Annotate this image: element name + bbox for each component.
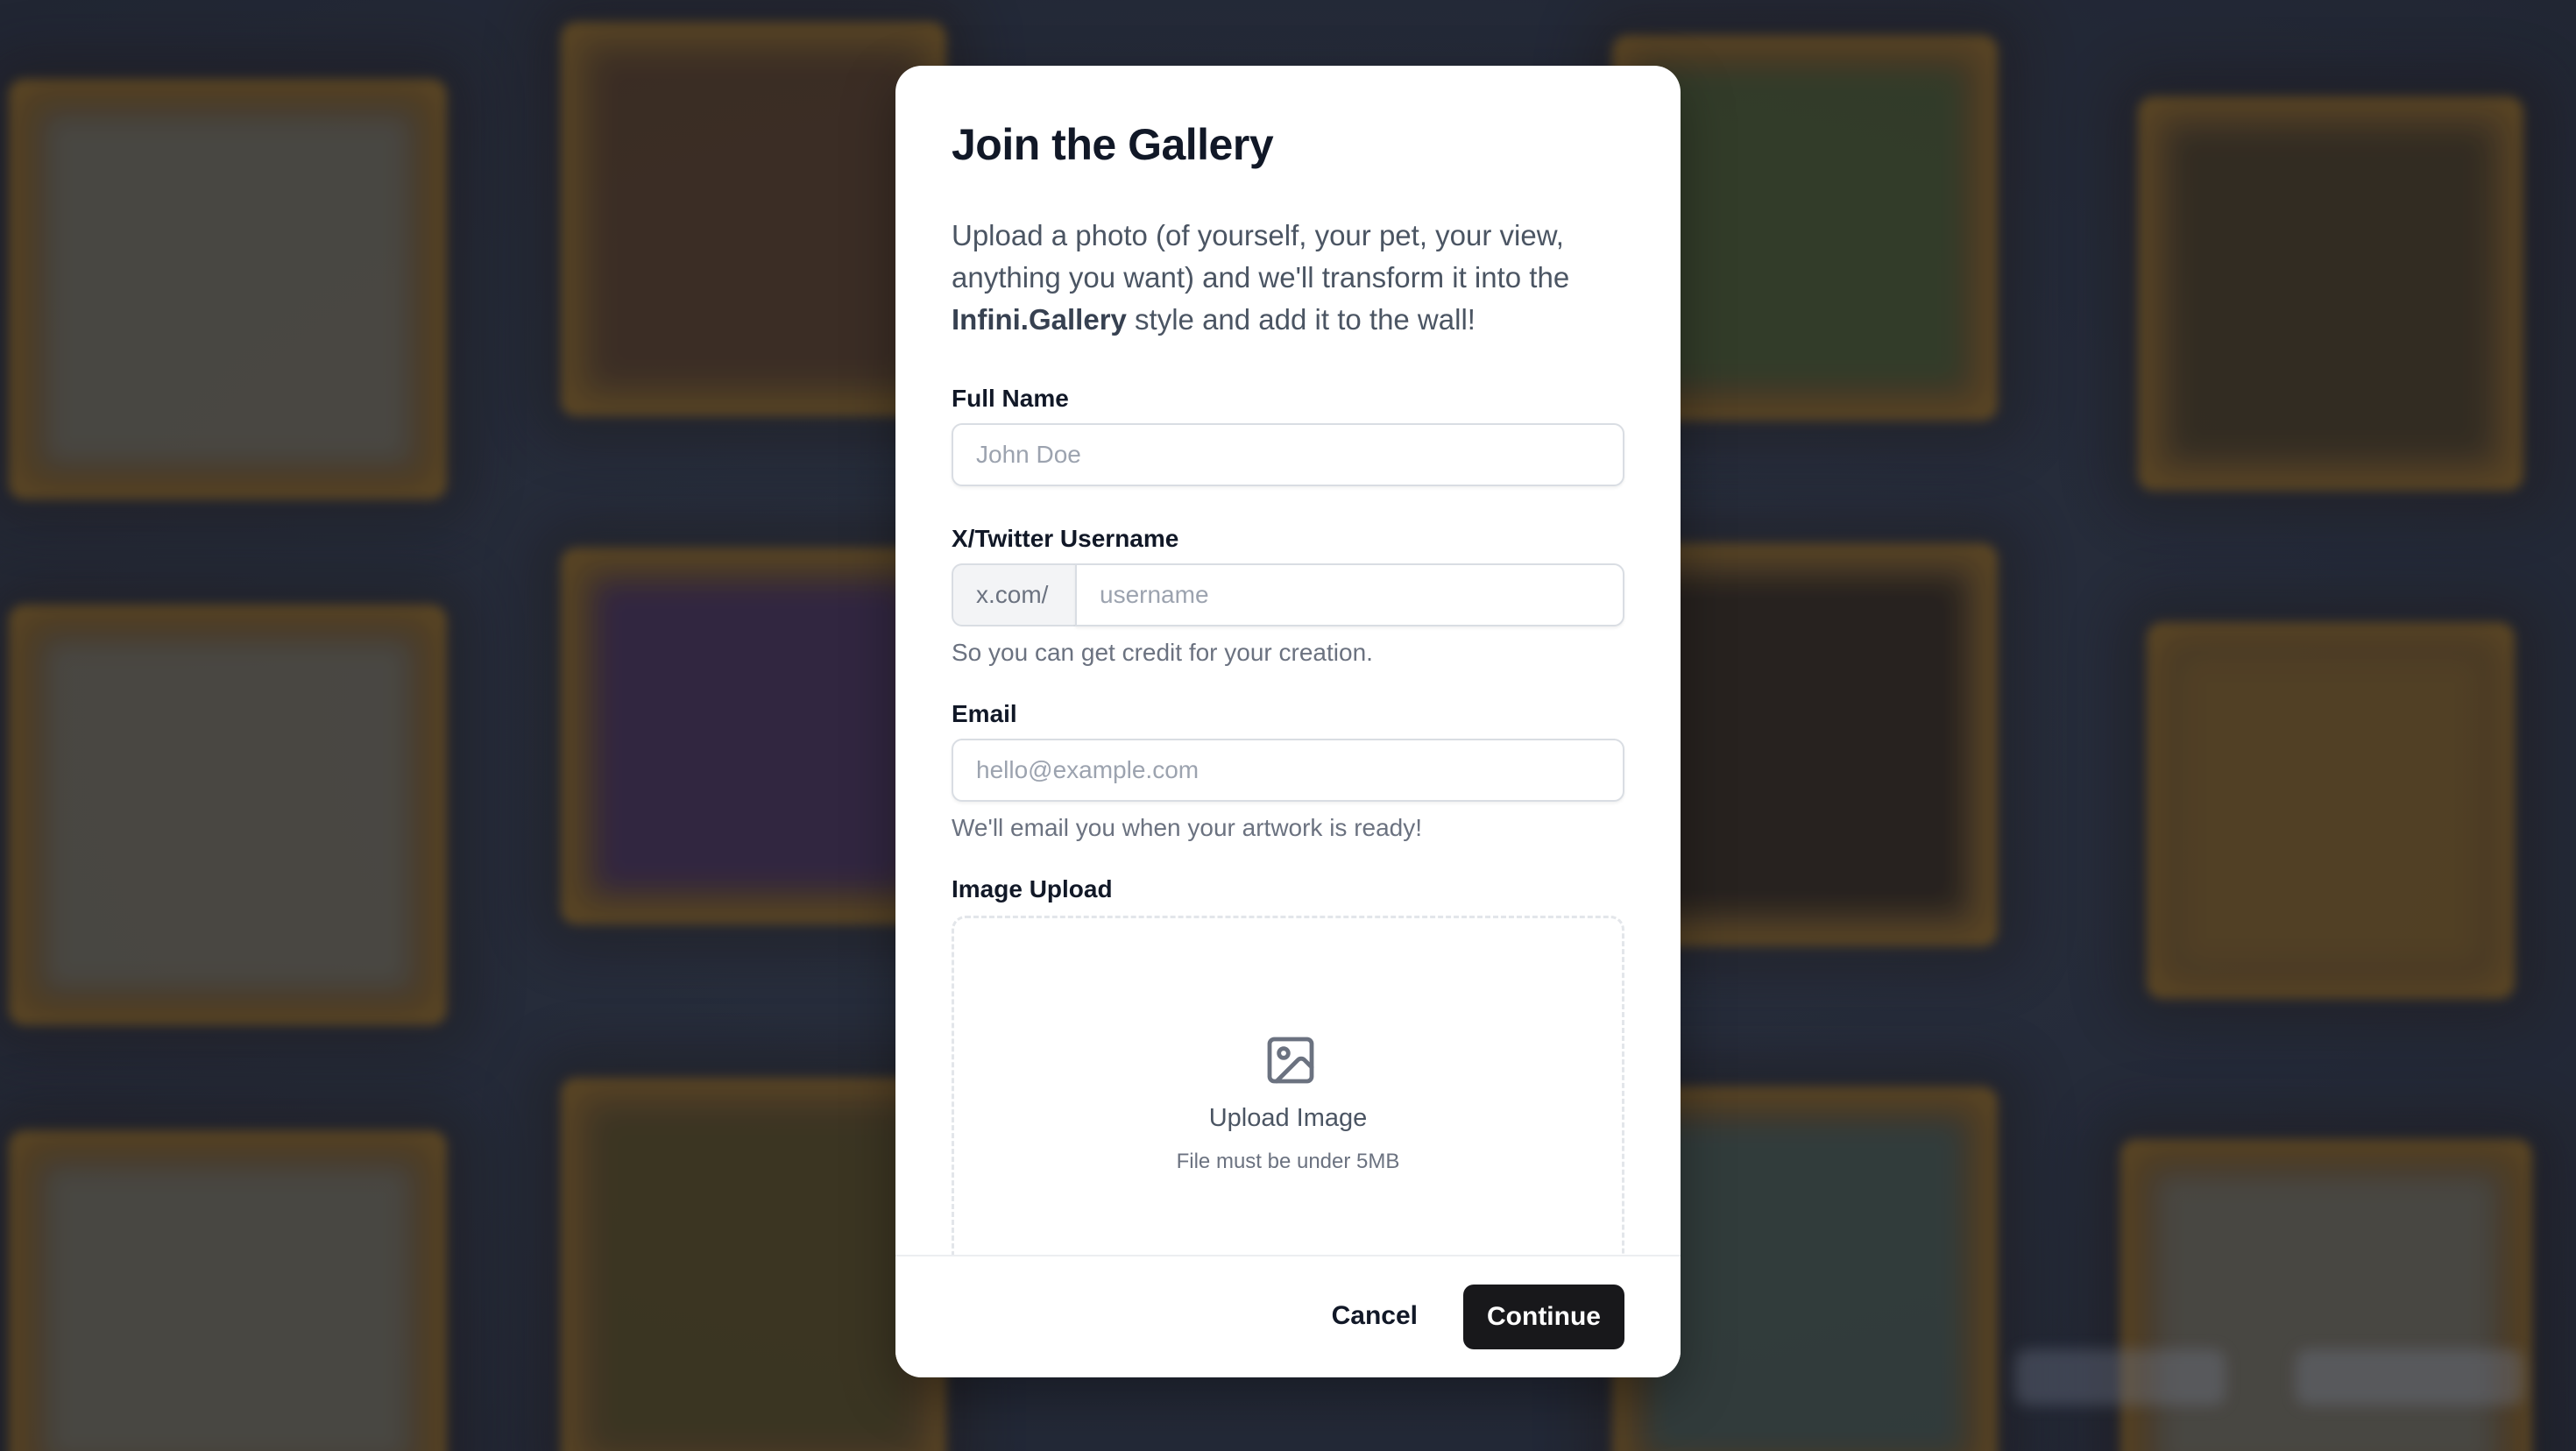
twitter-username-label: X/Twitter Username: [952, 525, 1179, 552]
twitter-help-text: So you can get credit for your creation.: [952, 639, 1373, 666]
image-upload-label: Image Upload: [952, 875, 1113, 902]
dialog-description: Upload a photo (of yourself, your pet, y…: [952, 215, 1624, 341]
dialog-footer: Cancel Continue: [895, 1255, 1681, 1377]
description-text: Upload a photo (of yourself, your pet, y…: [952, 219, 1570, 294]
image-upload-dropzone[interactable]: Upload Image File must be under 5MB: [952, 916, 1624, 1301]
twitter-url-prefix: x.com/: [952, 563, 1075, 626]
upload-image-title: Upload Image: [1208, 1104, 1368, 1132]
twitter-input-group: x.com/: [952, 563, 1624, 626]
twitter-username-field: X/Twitter Username x.com/ So you can get…: [952, 523, 1624, 669]
upload-size-hint: File must be under 5MB: [1176, 1150, 1400, 1173]
email-input[interactable]: [952, 739, 1624, 802]
email-help-text: We'll email you when your artwork is rea…: [952, 814, 1423, 841]
image-icon: [1267, 1037, 1314, 1084]
image-upload-field: Image Upload Upload Image File must be u…: [952, 874, 1624, 1301]
cancel-button[interactable]: Cancel: [1307, 1285, 1442, 1348]
continue-button[interactable]: Continue: [1463, 1285, 1624, 1349]
brand-name: Infini.Gallery: [952, 303, 1127, 336]
dialog-title: Join the Gallery: [952, 120, 1274, 169]
full-name-field: Full Name: [952, 383, 1624, 486]
email-label: Email: [952, 700, 1017, 727]
join-gallery-dialog: Join the Gallery Upload a photo (of your…: [895, 66, 1681, 1377]
description-text: style and add it to the wall!: [1126, 303, 1476, 336]
full-name-label: Full Name: [952, 385, 1069, 412]
twitter-username-input[interactable]: [1075, 563, 1624, 626]
email-field: Email We'll email you when your artwork …: [952, 698, 1624, 844]
dialog-body: Join the Gallery Upload a photo (of your…: [952, 118, 1624, 1301]
full-name-input[interactable]: [952, 423, 1624, 486]
